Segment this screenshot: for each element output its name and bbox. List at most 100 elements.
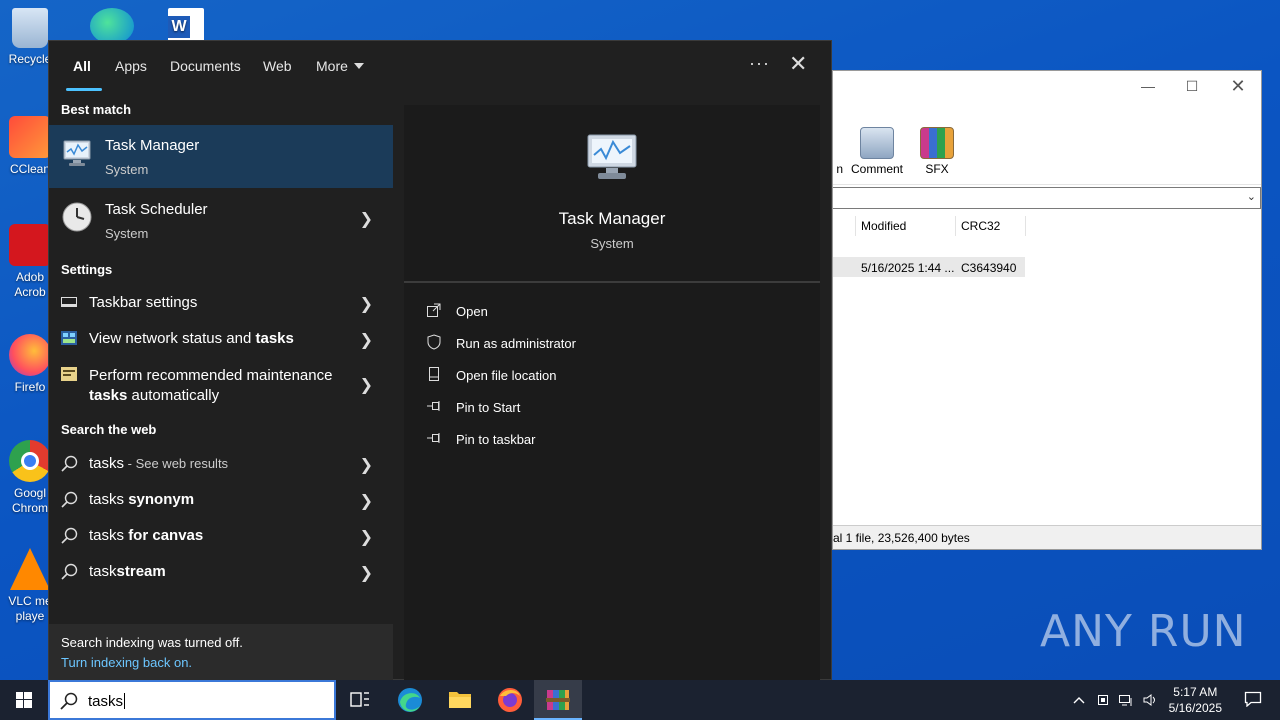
system-tray xyxy=(1070,680,1160,720)
search-tabs: All Apps Documents Web More ··· ✕ xyxy=(49,41,831,93)
comment-button[interactable]: Comment xyxy=(845,127,909,176)
taskbar-search-input[interactable]: tasks xyxy=(88,693,126,710)
result-subtitle: System xyxy=(105,226,149,241)
clock-time: 5:17 AM xyxy=(1173,685,1218,699)
edge-taskbar-button[interactable] xyxy=(386,680,434,720)
winrar-icon xyxy=(546,690,570,710)
winrar-titlebar[interactable]: — ☐ ✕ xyxy=(833,71,1261,101)
chevron-right-icon[interactable]: ❯ xyxy=(360,563,373,583)
clock-icon xyxy=(62,202,92,232)
settings-item-maintenance[interactable]: Perform recommended maintenance tasks aut… xyxy=(49,357,393,407)
column-modified[interactable]: Modified xyxy=(861,219,906,233)
web-item-taskstream[interactable]: taskstream ❯ xyxy=(49,554,393,590)
preview-subtitle: System xyxy=(590,236,634,251)
taskbar-search-box[interactable]: tasks xyxy=(48,680,336,720)
chevron-right-icon[interactable]: ❯ xyxy=(360,209,373,229)
chevron-down-icon[interactable]: ⌄ xyxy=(1247,190,1256,203)
caret-down-icon xyxy=(353,63,364,69)
firefox-icon xyxy=(498,688,522,712)
winrar-taskbar-button[interactable] xyxy=(534,680,582,720)
close-icon[interactable]: ✕ xyxy=(789,51,807,77)
result-task-scheduler[interactable]: Task Scheduler System ❯ xyxy=(49,189,393,249)
search-icon xyxy=(60,692,78,710)
result-task-manager[interactable]: Task Manager System xyxy=(49,125,393,188)
pin-icon xyxy=(427,433,440,443)
chevron-right-icon[interactable]: ❯ xyxy=(360,491,373,511)
task-manager-icon xyxy=(63,140,91,166)
result-title: Task Manager xyxy=(105,137,200,154)
chevron-right-icon[interactable]: ❯ xyxy=(360,455,373,475)
preview-divider xyxy=(404,281,820,283)
indexing-notice-text: Search indexing was turned off. xyxy=(61,635,243,650)
winrar-toolbar: n Comment SFX xyxy=(833,119,1261,185)
start-button[interactable] xyxy=(0,680,48,720)
minimize-button[interactable]: — xyxy=(1133,75,1163,97)
chevron-right-icon[interactable]: ❯ xyxy=(360,330,373,350)
tab-apps[interactable]: Apps xyxy=(115,58,147,74)
taskbar: tasks 5:17 AM 5/16/2025 xyxy=(0,680,1280,720)
task-manager-large-icon xyxy=(587,134,637,179)
notification-icon[interactable] xyxy=(1244,691,1262,707)
address-bar[interactable]: ⌄ xyxy=(833,187,1261,209)
tab-all[interactable]: All xyxy=(73,58,91,74)
column-crc32[interactable]: CRC32 xyxy=(961,219,1000,233)
maintenance-icon xyxy=(61,367,77,381)
preview-pane: Task Manager System Open Run as administ… xyxy=(404,105,820,681)
web-item-tasks-for-canvas[interactable]: tasks for canvas ❯ xyxy=(49,518,393,554)
clock-date: 5/16/2025 xyxy=(1168,701,1222,715)
turn-indexing-on-link[interactable]: Turn indexing back on. xyxy=(61,655,192,670)
search-panel: All Apps Documents Web More ··· ✕ Best m… xyxy=(48,40,832,681)
network-icon[interactable] xyxy=(1118,692,1134,708)
file-explorer-button[interactable] xyxy=(436,680,484,720)
settings-item-network[interactable]: View network status and tasks ❯ xyxy=(49,321,393,357)
column-separator[interactable] xyxy=(955,216,956,236)
file-location-icon xyxy=(429,367,439,381)
tab-documents[interactable]: Documents xyxy=(170,58,241,74)
more-options-icon[interactable]: ··· xyxy=(749,53,770,74)
search-icon xyxy=(61,563,78,580)
settings-item-taskbar[interactable]: Taskbar settings ❯ xyxy=(49,285,393,321)
task-view-button[interactable] xyxy=(336,680,384,720)
windows-logo-icon xyxy=(16,692,32,708)
search-icon xyxy=(61,455,78,472)
tab-web[interactable]: Web xyxy=(263,58,292,74)
web-item-tasks-synonym[interactable]: tasks synonym ❯ xyxy=(49,482,393,518)
status-text: al 1 file, 23,526,400 bytes xyxy=(833,531,970,545)
volume-icon[interactable] xyxy=(1142,692,1158,708)
sfx-button[interactable]: SFX xyxy=(905,127,969,176)
chevron-right-icon[interactable]: ❯ xyxy=(360,527,373,547)
search-icon xyxy=(61,491,78,508)
open-icon xyxy=(427,303,441,317)
close-button[interactable]: ✕ xyxy=(1223,75,1253,97)
sfx-icon xyxy=(920,127,954,159)
web-item-tasks[interactable]: tasks - See web results ❯ xyxy=(49,446,393,482)
task-view-icon xyxy=(350,692,369,707)
winrar-window[interactable]: — ☐ ✕ n Comment SFX ⌄ Modified CRC32 5/1… xyxy=(832,70,1262,550)
clock[interactable]: 5:17 AM 5/16/2025 xyxy=(1169,684,1222,716)
column-separator[interactable] xyxy=(855,216,856,236)
chevron-up-icon[interactable] xyxy=(1072,694,1086,706)
chevron-right-icon[interactable]: ❯ xyxy=(360,375,373,395)
anyrun-watermark: ANY RUN xyxy=(1040,606,1247,657)
chevron-right-icon[interactable]: ❯ xyxy=(360,294,373,314)
tab-more[interactable]: More xyxy=(316,58,364,74)
network-icon xyxy=(61,331,77,345)
shield-icon xyxy=(427,334,441,350)
result-title: Task Scheduler xyxy=(105,201,208,218)
device-icon[interactable] xyxy=(1096,692,1110,708)
text-caret xyxy=(124,693,126,709)
column-separator[interactable] xyxy=(1025,216,1026,236)
file-modified: 5/16/2025 1:44 ... xyxy=(861,261,955,275)
taskbar-settings-icon xyxy=(61,297,77,307)
result-subtitle: System xyxy=(105,162,149,177)
folder-icon xyxy=(449,692,471,708)
comment-icon xyxy=(860,127,894,159)
best-match-header: Best match xyxy=(61,102,132,117)
file-row[interactable]: 5/16/2025 1:44 ... C3643940 xyxy=(833,257,1025,277)
maximize-button[interactable]: ☐ xyxy=(1177,75,1207,97)
firefox-taskbar-button[interactable] xyxy=(486,680,534,720)
edge-icon xyxy=(398,688,422,712)
active-tab-indicator xyxy=(66,88,102,91)
pin-icon xyxy=(427,401,440,411)
search-icon xyxy=(61,527,78,544)
